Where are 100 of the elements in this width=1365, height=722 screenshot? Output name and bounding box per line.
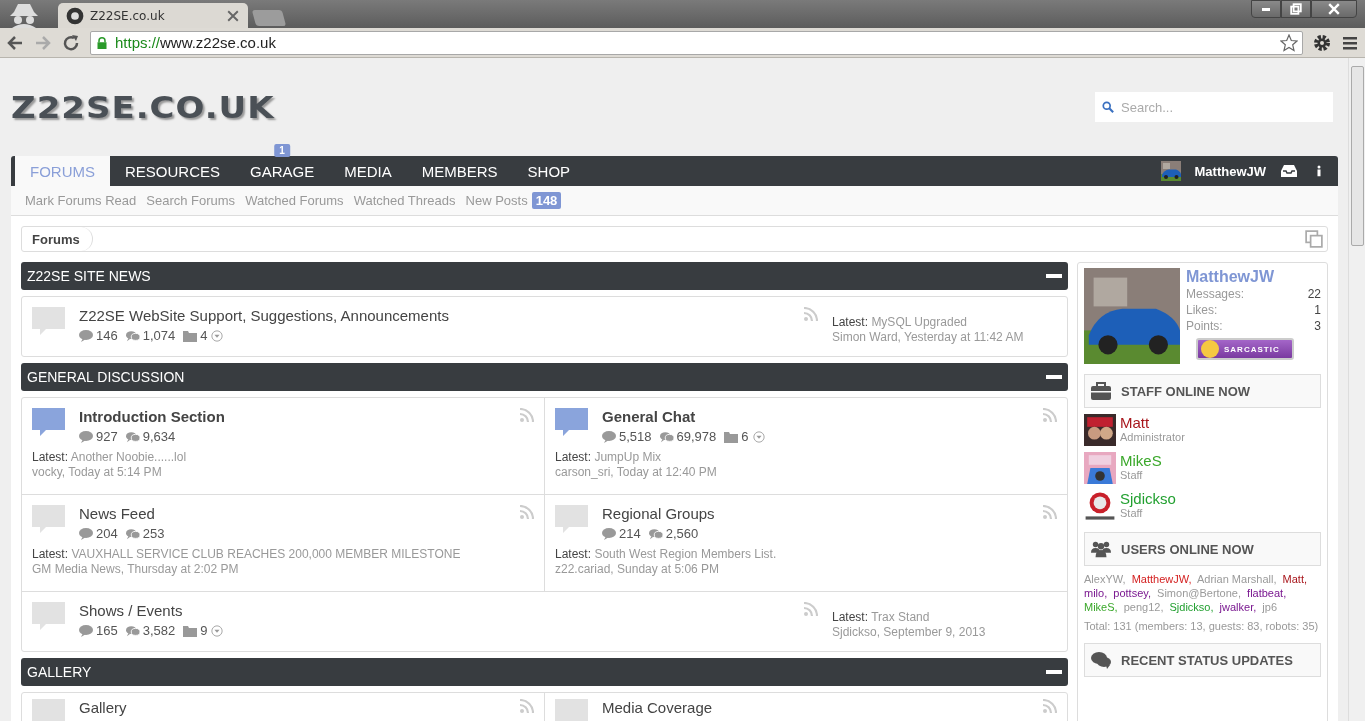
- forward-icon[interactable]: [34, 33, 52, 52]
- briefcase-icon: [1091, 382, 1111, 400]
- site-logo[interactable]: Z22SE.CO.UK: [11, 89, 275, 125]
- new-tab-button[interactable]: [251, 10, 287, 26]
- speech-bubble-icon: [602, 430, 616, 443]
- username-link[interactable]: jwalker,: [1219, 601, 1257, 613]
- speech-bubble-icon: [79, 527, 93, 540]
- rss-icon[interactable]: [1043, 408, 1057, 422]
- latest-byline: carson_sri, Today at 12:40 PM: [555, 465, 718, 480]
- close-icon[interactable]: [226, 9, 240, 22]
- stat-label: Messages:: [1186, 286, 1245, 302]
- latest-byline: GM Media News, Thursday at 2:02 PM: [32, 562, 240, 577]
- username-link[interactable]: milo,: [1084, 587, 1108, 599]
- rss-icon[interactable]: [1043, 699, 1057, 713]
- count-badge: 148: [531, 192, 562, 209]
- lock-icon: [95, 36, 109, 49]
- rss-icon[interactable]: [520, 699, 534, 713]
- rss-icon[interactable]: [804, 307, 818, 321]
- inbox-icon[interactable]: [1280, 162, 1298, 180]
- forum-title[interactable]: Z22SE WebSite Support, Suggestions, Announcements: [79, 307, 790, 324]
- speech-bubbles-icon: [125, 527, 140, 540]
- rss-icon[interactable]: [1043, 505, 1057, 519]
- latest-label: Latest:: [555, 547, 592, 561]
- forum-title[interactable]: News Feed: [79, 505, 506, 522]
- nav-tab[interactable]: MEMBERS: [406, 156, 513, 186]
- username-link[interactable]: MatthewJW,: [1131, 573, 1192, 585]
- stat-count: 1,074: [142, 328, 176, 343]
- sidebar-title: STAFF ONLINE NOW: [1121, 383, 1251, 399]
- staff-role: Staff: [1120, 469, 1144, 481]
- staff-name[interactable]: Matt: [1120, 414, 1185, 431]
- minimize-button[interactable]: [1251, 0, 1281, 18]
- username-link[interactable]: Sjdickso,: [1169, 601, 1214, 613]
- username-link[interactable]: Matt,: [1282, 573, 1307, 585]
- stat-count: 3,582: [142, 623, 176, 638]
- speech-bubble-icon: [79, 430, 93, 443]
- favicon-icon: [66, 6, 84, 25]
- folder-icon: [724, 430, 739, 443]
- close-icon: [1327, 3, 1341, 15]
- online-total: Total: 131 (members: 13, guests: 83, robots: 35): [1084, 619, 1320, 633]
- stat-count: 5,518: [619, 429, 652, 444]
- forum-title[interactable]: General Chat: [602, 408, 1029, 425]
- section-title[interactable]: GALLERY: [27, 664, 92, 680]
- settings-icon[interactable]: [1313, 33, 1331, 52]
- stat-label: Likes:: [1186, 302, 1218, 318]
- forum-title[interactable]: Media Coverage: [602, 699, 1029, 716]
- sidebar-title: USERS ONLINE NOW: [1121, 541, 1254, 557]
- latest-byline: Simon Ward, Yesterday at 11:42 AM: [832, 330, 1025, 345]
- stat-count: 204: [96, 526, 118, 541]
- dropdown-icon[interactable]: [751, 430, 766, 443]
- speech-bubbles-icon: [659, 430, 674, 443]
- latest-label: Latest:: [32, 547, 69, 561]
- forum-title[interactable]: Regional Groups: [602, 505, 1029, 522]
- stat-value: 22: [1307, 286, 1321, 302]
- section-title[interactable]: GENERAL DISCUSSION: [27, 369, 185, 385]
- stat-count: 146: [96, 328, 118, 343]
- latest-label: Latest:: [832, 315, 869, 329]
- staff-name[interactable]: Sjdickso: [1120, 490, 1176, 507]
- nav-tab[interactable]: SHOP: [512, 156, 586, 186]
- dropdown-icon[interactable]: [210, 329, 225, 342]
- rss-icon[interactable]: [520, 408, 534, 422]
- staff-role: Staff: [1120, 507, 1144, 519]
- copy-icon[interactable]: [1305, 230, 1323, 248]
- user-title-badge: SARCASTIC: [1196, 338, 1294, 360]
- address-bar[interactable]: https://www.z22se.co.uk: [90, 30, 1303, 55]
- stat-count: 2,560: [665, 526, 699, 541]
- star-icon[interactable]: [1280, 33, 1298, 52]
- nav-tab[interactable]: GARAGE: [235, 156, 330, 186]
- user-menu-link[interactable]: MatthewJW: [1194, 163, 1266, 179]
- scrollbar-thumb[interactable]: [1350, 66, 1364, 246]
- forum-title[interactable]: Gallery: [79, 699, 506, 716]
- stat-count: 9,634: [142, 429, 176, 444]
- rss-icon[interactable]: [804, 602, 818, 616]
- latest-label: Latest:: [32, 450, 69, 464]
- back-icon[interactable]: [6, 33, 24, 52]
- scrollbar[interactable]: [1348, 58, 1365, 721]
- reload-icon[interactable]: [62, 33, 80, 52]
- stat-label: Points:: [1186, 318, 1223, 334]
- restore-button[interactable]: [1281, 0, 1311, 18]
- stat-value: 3: [1314, 318, 1321, 334]
- username-link[interactable]: flatbeat,: [1247, 587, 1287, 599]
- forum-title[interactable]: Shows / Events: [79, 602, 790, 619]
- latest-byline: Sjdickso, September 9, 2013: [832, 625, 987, 640]
- latest-label: Latest:: [555, 450, 592, 464]
- stat-value: 1: [1314, 302, 1321, 318]
- nav-tab[interactable]: MEDIA: [329, 156, 407, 186]
- sidebar-title: RECENT STATUS UPDATES: [1121, 652, 1293, 668]
- username-link[interactable]: pottsey,: [1113, 587, 1151, 599]
- minimize-icon: [1262, 7, 1270, 11]
- nav-tab[interactable]: RESOURCES: [110, 156, 236, 186]
- stat-count: 253: [142, 526, 165, 541]
- stat-count: 165: [96, 623, 118, 638]
- browser-tab[interactable]: Z22SE.co.uk: [58, 3, 248, 28]
- dropdown-icon[interactable]: [210, 624, 225, 637]
- stat-count: 6: [741, 429, 749, 444]
- breadcrumb-link[interactable]: Forums: [22, 227, 93, 251]
- rss-icon[interactable]: [520, 505, 534, 519]
- forum-title[interactable]: Introduction Section: [79, 408, 506, 425]
- comments-icon: [1091, 651, 1111, 669]
- section-title[interactable]: Z22SE SITE NEWS: [27, 268, 151, 284]
- close-button[interactable]: [1311, 0, 1357, 18]
